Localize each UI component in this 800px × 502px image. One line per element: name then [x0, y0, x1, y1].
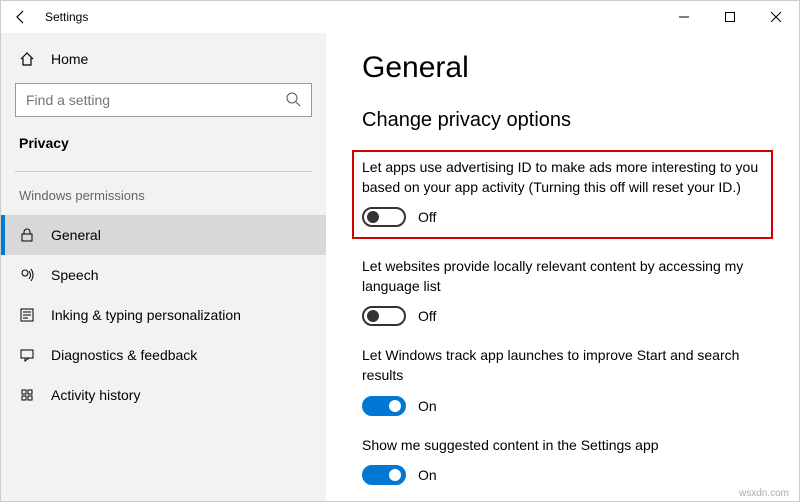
minimize-button[interactable] [661, 1, 707, 33]
back-button[interactable] [7, 3, 35, 31]
option-desc: Show me suggested content in the Setting… [362, 436, 762, 456]
toggle-state: On [418, 398, 437, 414]
home-label: Home [51, 51, 88, 67]
inking-icon [19, 307, 37, 323]
content-area: General Change privacy options Let apps … [326, 33, 799, 501]
arrow-left-icon [13, 9, 29, 25]
watermark: wsxdn.com [739, 488, 789, 499]
home-nav[interactable]: Home [1, 41, 326, 77]
maximize-button[interactable] [707, 1, 753, 33]
section-label: Windows permissions [1, 182, 326, 215]
nav-label: Speech [51, 267, 98, 283]
close-button[interactable] [753, 1, 799, 33]
close-icon [771, 12, 781, 22]
toggle-advertising-id[interactable] [362, 207, 406, 227]
sidebar: Home Privacy Windows permissions General… [1, 33, 326, 501]
home-icon [19, 51, 37, 67]
highlighted-option: Let apps use advertising ID to make ads … [352, 150, 773, 239]
nav-item-diagnostics[interactable]: Diagnostics & feedback [1, 335, 326, 375]
option-desc: Let websites provide locally relevant co… [362, 257, 762, 296]
toggle-language-list[interactable] [362, 306, 406, 326]
option-desc: Let apps use advertising ID to make ads … [362, 158, 762, 197]
feedback-icon [19, 347, 37, 363]
lock-icon [19, 227, 37, 243]
search-input[interactable] [26, 92, 301, 108]
category-label: Privacy [1, 129, 326, 165]
window-controls [661, 1, 799, 33]
search-icon [285, 91, 301, 112]
speech-icon [19, 267, 37, 283]
option-desc: Let Windows track app launches to improv… [362, 346, 762, 385]
window-title: Settings [45, 10, 88, 24]
page-title: General [362, 51, 769, 85]
nav-item-speech[interactable]: Speech [1, 255, 326, 295]
section-title: Change privacy options [362, 109, 769, 132]
nav-item-activity[interactable]: Activity history [1, 375, 326, 415]
toggle-state: Off [418, 209, 436, 225]
toggle-app-launches[interactable] [362, 396, 406, 416]
nav-label: Inking & typing personalization [51, 307, 241, 323]
minimize-icon [679, 12, 689, 22]
maximize-icon [725, 12, 735, 22]
nav-label: Activity history [51, 387, 140, 403]
toggle-state: On [418, 467, 437, 483]
nav-item-general[interactable]: General [1, 215, 326, 255]
history-icon [19, 387, 37, 403]
toggle-suggested-content[interactable] [362, 465, 406, 485]
search-box[interactable] [15, 83, 312, 117]
toggle-state: Off [418, 308, 436, 324]
nav-label: General [51, 227, 101, 243]
nav-label: Diagnostics & feedback [51, 347, 197, 363]
titlebar: Settings [1, 1, 799, 33]
nav-item-inking[interactable]: Inking & typing personalization [1, 295, 326, 335]
divider [15, 171, 312, 172]
